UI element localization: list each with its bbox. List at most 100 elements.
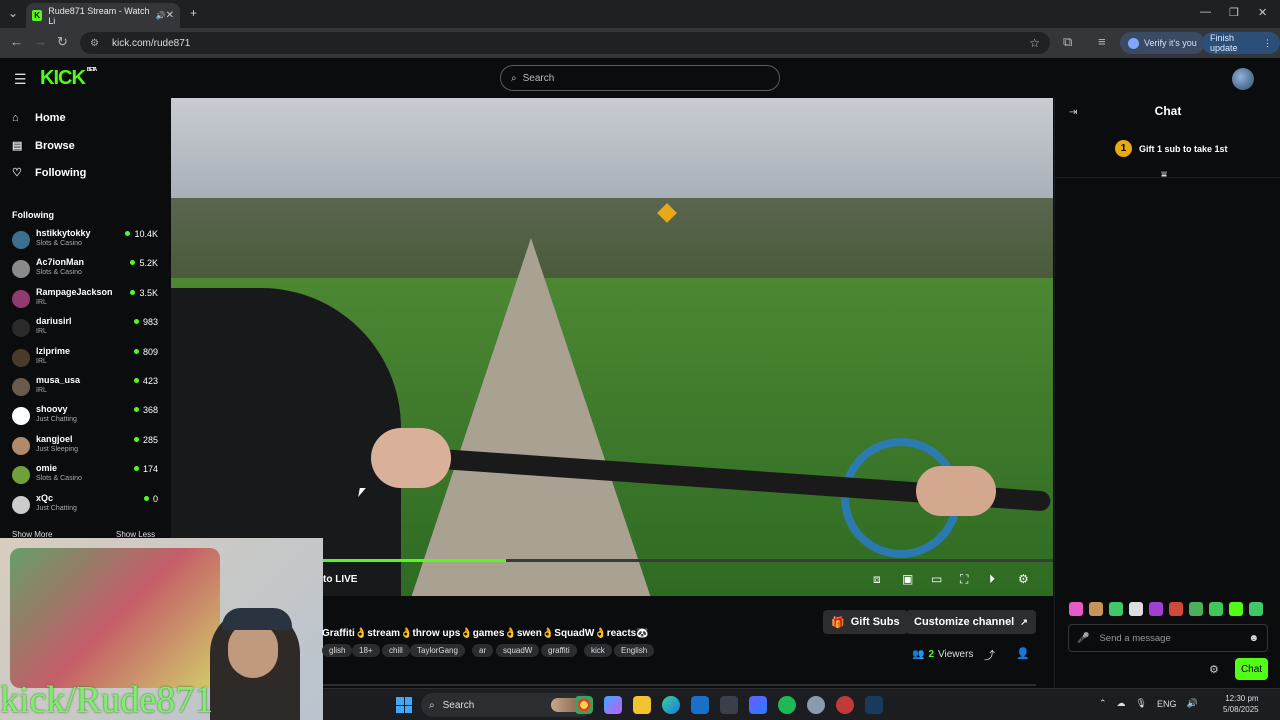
progress-bar[interactable] <box>323 559 1053 562</box>
site-info-icon[interactable]: ⚙ <box>90 38 102 49</box>
following-channel-item[interactable]: RampageJackson IRL 3.5K <box>12 287 162 313</box>
media-controls-icon[interactable]: ≡ <box>1098 34 1106 49</box>
miniplayer-icon[interactable]: ⧈ <box>873 572 881 587</box>
video-player[interactable]: to LIVE ⧈ ▣ ▭ ⛶ ⏵ ⚙ <box>171 98 1053 596</box>
following-channel-item[interactable]: xQc Just Chatting 0 <box>12 493 162 519</box>
play-icon[interactable]: ⏵ <box>989 572 995 587</box>
emote-icon[interactable] <box>1149 602 1163 616</box>
user-avatar[interactable] <box>1232 68 1254 90</box>
recording-app-icon[interactable] <box>836 696 854 714</box>
following-channel-item[interactable]: lziprime IRL 809 <box>12 346 162 372</box>
chrome-icon[interactable] <box>575 696 593 714</box>
emote-icon[interactable] <box>1229 602 1243 616</box>
window-close-icon[interactable]: ✕ <box>1258 6 1267 19</box>
settings-gear-icon[interactable]: ⚙ <box>1018 572 1029 586</box>
edge-icon[interactable] <box>662 696 680 714</box>
file-explorer-icon[interactable] <box>633 696 651 714</box>
outlook-icon[interactable] <box>691 696 709 714</box>
stream-tag[interactable]: English <box>614 644 655 657</box>
live-dot-icon <box>133 378 139 383</box>
share-icon[interactable]: ⤴ <box>984 647 995 663</box>
cloud-icon[interactable]: ☁ <box>1117 698 1126 709</box>
send-chat-button[interactable]: Chat <box>1235 658 1268 680</box>
sidebar-item-home[interactable]: ⌂ Home <box>12 112 66 124</box>
stream-tag[interactable]: squadW <box>496 644 540 657</box>
sidebar-item-browse[interactable]: ▤ Browse <box>12 139 75 153</box>
following-channel-item[interactable]: musa_usa IRL 423 <box>12 375 162 401</box>
gift-subs-button[interactable]: 🎁 Gift Subs <box>823 610 908 634</box>
kick-logo[interactable]: KICK BETA <box>40 67 97 90</box>
emote-icon[interactable] <box>1129 602 1143 616</box>
verify-button[interactable]: Verify it's you <box>1120 32 1205 54</box>
following-channel-item[interactable]: hstikkytokky Slots & Casino 10.4K <box>12 228 162 254</box>
minimize-icon[interactable]: — <box>1200 6 1211 18</box>
tab-close-icon[interactable]: ✕ <box>166 10 174 21</box>
stream-tag[interactable]: glish <box>322 644 353 657</box>
microphone-icon[interactable]: 🎤 <box>1077 633 1089 644</box>
following-channel-item[interactable]: dariusirl IRL 983 <box>12 316 162 342</box>
emote-icon[interactable] <box>1209 602 1223 616</box>
gift-leaderboard[interactable]: 1 Gift 1 sub to take 1st <box>1115 140 1228 157</box>
store-icon[interactable] <box>720 696 738 714</box>
extensions-icon[interactable]: ⧉ <box>1063 34 1072 50</box>
live-dot-icon <box>133 348 139 354</box>
taskbar-clock[interactable]: 12:30 pm 5/08/2025 <box>1223 693 1259 715</box>
emote-icon[interactable] <box>1089 602 1103 616</box>
stream-tag[interactable]: chill <box>382 644 410 657</box>
profile-avatar-icon <box>1128 37 1139 49</box>
channel-viewers: 0 <box>143 494 158 504</box>
filter-icon[interactable]: ⩸ <box>1161 170 1167 181</box>
settings-app-icon[interactable] <box>807 696 825 714</box>
stream-tag[interactable]: TaylorGang <box>410 644 465 657</box>
copilot-icon[interactable] <box>604 696 622 714</box>
chat-settings-icon[interactable]: ⚙ <box>1209 663 1219 676</box>
theatre-mode-icon[interactable]: ▭ <box>931 572 942 586</box>
emote-icon[interactable] <box>1169 602 1183 616</box>
clip-icon[interactable]: ▣ <box>902 572 913 586</box>
sidebar-item-following[interactable]: ♡ Following <box>12 166 86 180</box>
windows-start-icon[interactable] <box>396 697 412 713</box>
emote-icon[interactable] <box>1249 602 1263 616</box>
emote-icon[interactable] <box>1189 602 1203 616</box>
following-channel-item[interactable]: omie Slots & Casino 174 <box>12 463 162 489</box>
following-channel-item[interactable]: shoovy Just Chatting 368 <box>12 404 162 430</box>
channel-viewers: 809 <box>133 347 158 357</box>
search-input[interactable]: ⌕ Search <box>500 65 780 91</box>
emote-icon[interactable] <box>1109 602 1123 616</box>
stream-tag[interactable]: ar <box>472 644 494 657</box>
stream-tag[interactable]: graffiti <box>541 644 577 657</box>
bookmark-star-icon[interactable]: ☆ <box>1029 36 1040 50</box>
chat-message-input[interactable]: 🎤 Send a message ☻ <box>1068 624 1268 652</box>
hamburger-menu-icon[interactable]: ☰ <box>14 71 27 88</box>
stream-tag[interactable]: kick <box>584 644 612 657</box>
fullscreen-icon[interactable]: ⛶ <box>960 572 968 587</box>
browser-tab[interactable]: K Rude871 Stream - Watch Li 🔊 ✕ <box>26 3 180 28</box>
spotify-icon[interactable] <box>778 696 796 714</box>
customize-channel-button[interactable]: Customize channel ↗ <box>906 610 1036 634</box>
reload-icon[interactable]: ↻ <box>57 34 68 50</box>
taskbar-search[interactable]: ⌕ Search <box>421 693 593 717</box>
live-dot-icon <box>130 260 136 266</box>
following-channel-item[interactable]: Ac7ionMan Slots & Casino 5.2K <box>12 257 162 283</box>
finish-update-button[interactable]: Finish update ⋮ <box>1202 32 1280 54</box>
microphone-tray-icon[interactable]: 🎙 <box>1136 698 1147 709</box>
emoji-picker-icon[interactable]: ☻ <box>1248 633 1259 644</box>
following-channel-item[interactable]: kangjoel Just Sleeping 285 <box>12 434 162 460</box>
follow-user-icon[interactable]: 👤 <box>1016 647 1030 660</box>
restore-icon[interactable]: ❐ <box>1229 6 1239 19</box>
tray-chevron-icon[interactable]: ⌃ <box>1099 698 1107 709</box>
emote-icon[interactable] <box>1069 602 1083 616</box>
new-tab-icon[interactable]: + <box>190 6 197 20</box>
address-bar[interactable]: ⚙ kick.com/rude871 ☆ <box>80 32 1050 54</box>
tab-list-icon[interactable]: ⌄ <box>8 6 18 20</box>
site-header: ☰ KICK BETA ⌕ Search <box>0 58 1280 98</box>
back-icon[interactable]: ← <box>10 34 23 49</box>
steam-icon[interactable] <box>865 696 883 714</box>
stream-tag[interactable]: 18+ <box>352 644 380 657</box>
media-player-icon[interactable] <box>749 696 767 714</box>
forward-icon[interactable]: → <box>34 34 47 49</box>
go-to-live-label[interactable]: to LIVE <box>323 574 357 585</box>
language-indicator[interactable]: ENG <box>1157 699 1177 709</box>
audio-icon[interactable]: 🔊 <box>156 11 166 20</box>
volume-icon[interactable]: 🔊 <box>1187 698 1198 709</box>
